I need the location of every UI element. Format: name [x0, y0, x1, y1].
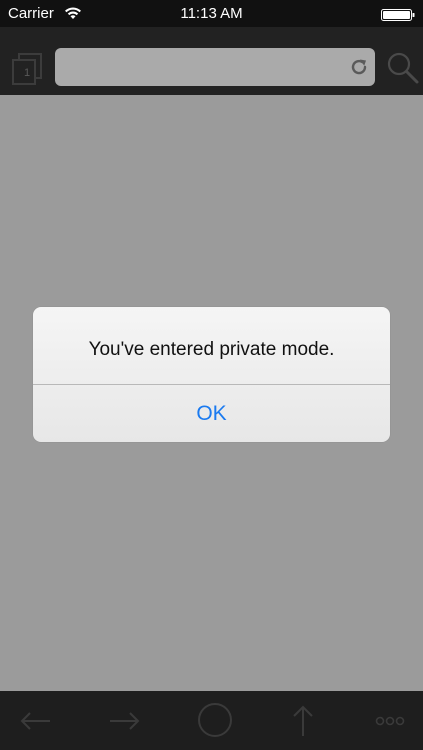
back-arrow-icon — [20, 712, 50, 730]
address-input[interactable] — [63, 48, 343, 86]
status-time: 11:13 AM — [180, 5, 243, 22]
status-bar: Carrier 11:13 AM — [0, 0, 423, 27]
alert-message: You've entered private mode. — [88, 339, 335, 360]
address-bar[interactable] — [55, 48, 375, 86]
search-button[interactable] — [386, 51, 420, 85]
back-button[interactable] — [16, 703, 56, 739]
ok-button[interactable]: OK — [33, 385, 390, 442]
battery-full-icon — [381, 8, 415, 21]
home-button[interactable] — [195, 703, 235, 739]
share-up-arrow-icon — [293, 705, 313, 736]
tabs-button[interactable]: 1 — [10, 53, 44, 85]
more-button[interactable] — [372, 703, 412, 739]
reload-icon[interactable] — [349, 57, 369, 77]
more-dots-icon — [375, 716, 405, 726]
forward-arrow-icon — [110, 712, 140, 730]
browser-toolbar: 1 — [0, 27, 423, 95]
private-mode-alert: You've entered private mode. OK — [33, 307, 390, 442]
home-circle-icon — [198, 703, 232, 737]
share-button[interactable] — [283, 703, 323, 739]
search-icon — [387, 52, 419, 84]
bottom-toolbar — [0, 691, 423, 750]
tab-count: 1 — [23, 67, 31, 79]
forward-button[interactable] — [104, 703, 144, 739]
